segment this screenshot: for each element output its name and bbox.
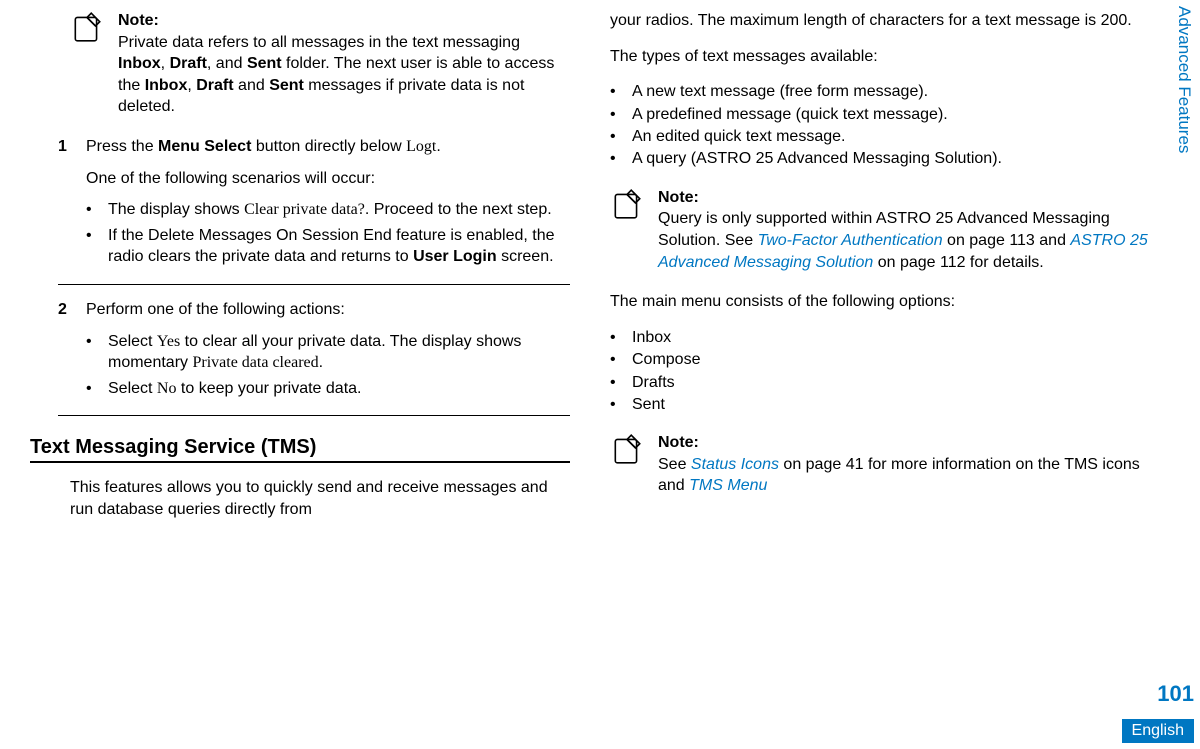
list-item: • Select Yes to clear all your private d… — [86, 331, 570, 374]
list-item: •An edited quick text message. — [610, 126, 1150, 148]
note-icon — [610, 187, 644, 273]
note-query: Note: Query is only supported within AST… — [610, 187, 1150, 273]
list-item: •Drafts — [610, 372, 1150, 394]
step2-bullets: • Select Yes to clear all your private d… — [86, 331, 570, 400]
step-content: Perform one of the following actions: • … — [86, 299, 570, 403]
right-column: your radios. The maximum length of chara… — [610, 10, 1150, 739]
page: Note: Private data refers to all message… — [0, 0, 1200, 749]
list-item: •Compose — [610, 349, 1150, 371]
menu-list: •Inbox •Compose •Drafts •Sent — [610, 327, 1150, 417]
note-title: Note: — [658, 434, 699, 451]
types-intro: The types of text messages available: — [610, 46, 1150, 68]
types-list: •A new text message (free form message).… — [610, 81, 1150, 171]
note-icon — [610, 432, 644, 497]
list-item: •A new text message (free form message). — [610, 81, 1150, 103]
step-number: 2 — [58, 299, 72, 403]
step1-line1: Press the Menu Select button directly be… — [86, 136, 570, 158]
step-number: 1 — [58, 136, 72, 272]
step2-line1: Perform one of the following actions: — [86, 299, 570, 321]
step-content: Press the Menu Select button directly be… — [86, 136, 570, 272]
list-item: • The display shows Clear private data?.… — [86, 199, 570, 221]
divider — [58, 415, 570, 416]
language-badge: English — [1122, 719, 1194, 743]
section-title-tms: Text Messaging Service (TMS) — [30, 436, 570, 459]
list-item: •A predefined message (quick text messag… — [610, 104, 1150, 126]
note-text: Private data refers to all messages in t… — [118, 34, 554, 116]
link-tms-menu[interactable]: TMS Menu — [689, 477, 767, 494]
section-body: This features allows you to quickly send… — [30, 477, 570, 520]
list-item: •Sent — [610, 394, 1150, 416]
menu-intro: The main menu consists of the following … — [610, 291, 1150, 313]
divider — [58, 284, 570, 285]
page-number: 101 — [1157, 681, 1194, 707]
list-item: • Select No to keep your private data. — [86, 378, 570, 400]
list-item: •A query (ASTRO 25 Advanced Messaging So… — [610, 148, 1150, 170]
list-item: • If the Delete Messages On Session End … — [86, 225, 570, 268]
note-title: Note: — [118, 12, 159, 29]
top-para: your radios. The maximum length of chara… — [610, 10, 1150, 32]
note-body: Note: See Status Icons on page 41 for mo… — [658, 432, 1150, 497]
link-status-icons[interactable]: Status Icons — [691, 456, 779, 473]
note-body: Note: Private data refers to all message… — [118, 10, 570, 118]
note-icon — [70, 10, 104, 118]
section-divider — [30, 461, 570, 463]
note-title: Note: — [658, 189, 699, 206]
list-item: •Inbox — [610, 327, 1150, 349]
note-private-data: Note: Private data refers to all message… — [30, 10, 570, 118]
note-body: Note: Query is only supported within AST… — [658, 187, 1150, 273]
note-status-icons: Note: See Status Icons on page 41 for mo… — [610, 432, 1150, 497]
left-column: Note: Private data refers to all message… — [30, 10, 570, 739]
step-2: 2 Perform one of the following actions: … — [30, 299, 570, 403]
sidebar-label: Advanced Features — [1174, 6, 1194, 153]
step-1: 1 Press the Menu Select button directly … — [30, 136, 570, 272]
link-two-factor[interactable]: Two-Factor Authentication — [758, 232, 943, 249]
step1-bullets: • The display shows Clear private data?.… — [86, 199, 570, 268]
step1-line2: One of the following scenarios will occu… — [86, 168, 570, 190]
